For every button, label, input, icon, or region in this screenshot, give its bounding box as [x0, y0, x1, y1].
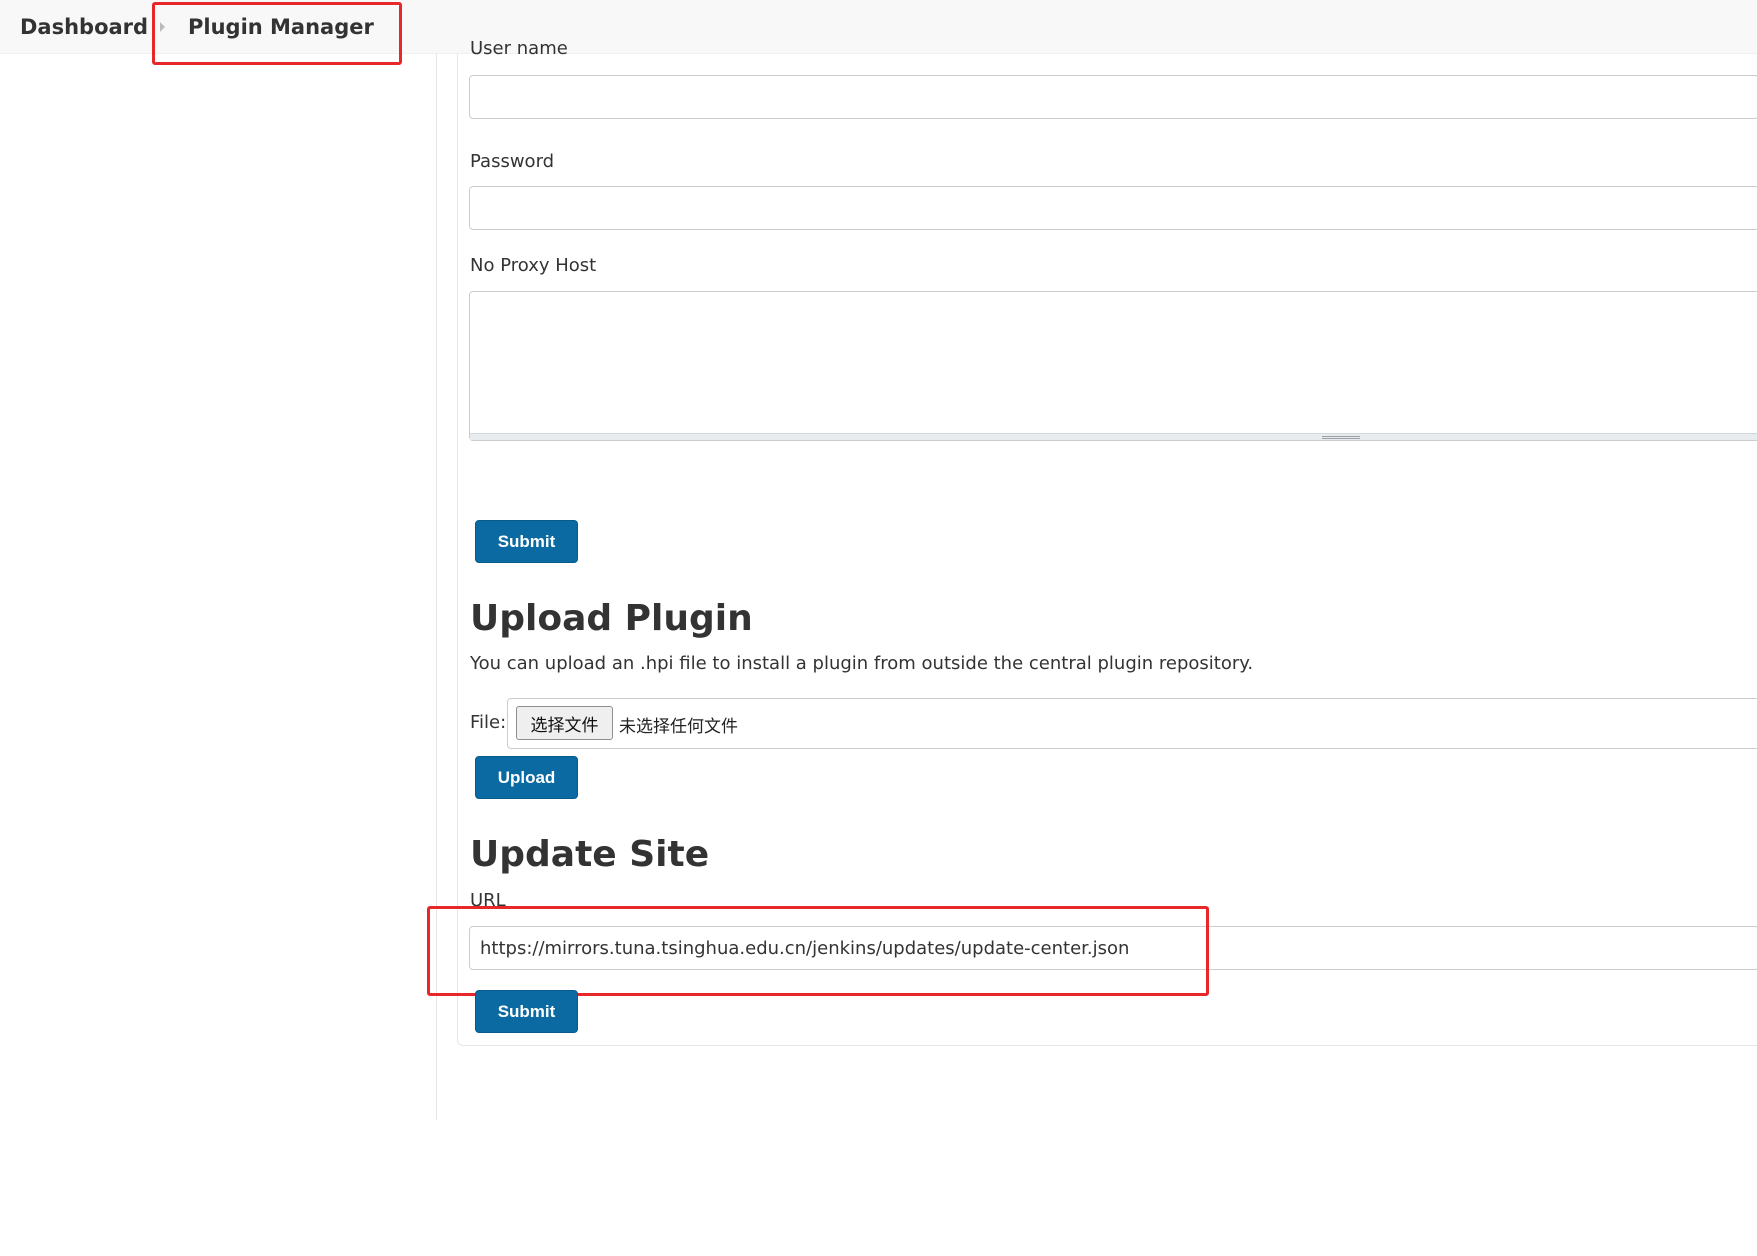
update-site-submit-button[interactable]: Submit [475, 990, 578, 1033]
resize-handle-icon[interactable] [1322, 436, 1360, 439]
update-site-title: Update Site [470, 834, 710, 875]
username-label: User name [470, 40, 568, 59]
file-input[interactable]: 选择文件 未选择任何文件 [507, 698, 1757, 749]
textarea-resize-bar[interactable] [470, 433, 1757, 440]
no-proxy-host-textarea[interactable] [469, 291, 1757, 441]
update-site-url-input[interactable] [469, 926, 1757, 970]
password-input[interactable] [469, 186, 1757, 230]
username-input[interactable] [469, 75, 1757, 119]
password-label: Password [470, 151, 555, 172]
url-label: URL [470, 891, 506, 907]
side-panel [0, 54, 437, 1120]
proxy-submit-button[interactable]: Submit [475, 520, 578, 563]
upload-plugin-title: Upload Plugin [470, 598, 753, 639]
file-label: File: [470, 712, 507, 733]
no-proxy-host-label: No Proxy Host [470, 255, 597, 276]
breadcrumb-dashboard-link[interactable]: Dashboard [20, 13, 148, 41]
upload-plugin-description: You can upload an .hpi file to install a… [470, 653, 1254, 674]
file-status-text: 未选择任何文件 [619, 717, 738, 737]
upload-button[interactable]: Upload [475, 756, 578, 799]
choose-file-button[interactable]: 选择文件 [516, 706, 613, 740]
